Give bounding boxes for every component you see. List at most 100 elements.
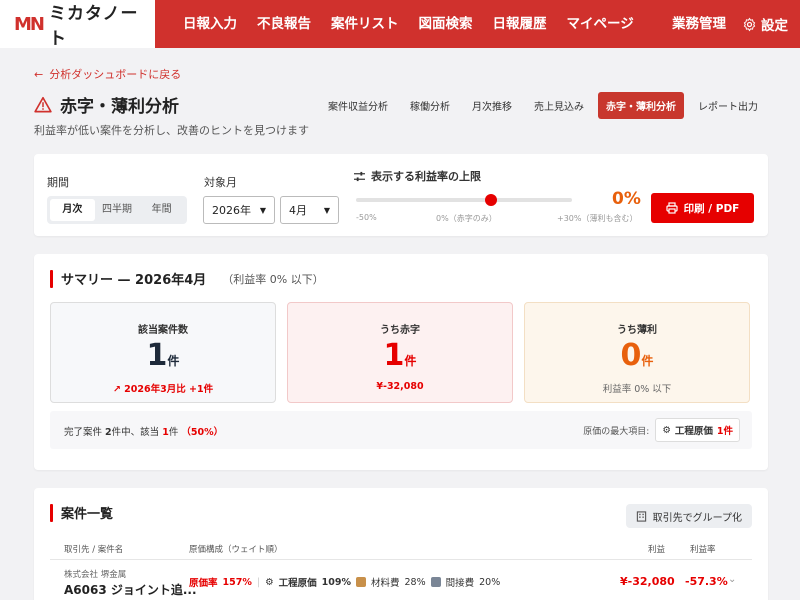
threshold-slider[interactable] (356, 194, 572, 206)
row-client: 株式会社 堺金属 (64, 570, 127, 580)
stat-thin-unit: 件 (641, 354, 654, 368)
page-title: 赤字・薄利分析 (60, 97, 179, 117)
tab-loss-analysis[interactable]: 赤字・薄利分析 (598, 92, 684, 119)
info-mid: 件中、該当 (111, 427, 160, 438)
stat-target-sub-row: ↗ 2026年3月比 +1件 (51, 381, 275, 395)
nav-item-admin[interactable]: 業務管理 (672, 0, 726, 48)
stat-target-sub: 2026年3月比 +1件 (124, 384, 214, 395)
printer-icon (666, 202, 678, 214)
list-header: 案件一覧 (50, 503, 113, 522)
info-unit: 件 (168, 427, 179, 438)
chevron-down-icon[interactable]: ⌄ (728, 574, 736, 585)
nav-item-report-history[interactable]: 日報履歴 (483, 0, 557, 48)
row-project-name: A6063 ジョイント追... (64, 583, 197, 597)
print-pdf-button[interactable]: 印刷 / PDF (651, 193, 754, 223)
logo[interactable]: MN ミカタノート (0, 0, 155, 49)
gear-icon (743, 17, 756, 31)
tab-utilization[interactable]: 稼働分析 (402, 92, 458, 119)
month-select-value: 4月 (289, 204, 307, 217)
logo-text: ミカタノート (48, 4, 139, 49)
nav-item-drawing-search[interactable]: 図面検索 (409, 0, 483, 48)
stat-box-target: 該当案件数 1件 ↗ 2026年3月比 +1件 (50, 302, 276, 403)
trend-up-icon: ↗ (112, 384, 125, 395)
slider-handle[interactable] (485, 194, 497, 206)
cost-item-pct: 109% (321, 576, 351, 588)
stat-thin-label: うち薄利 (617, 325, 657, 336)
building-icon (430, 577, 441, 587)
cost-rate-label: 原価率 (189, 578, 218, 589)
summary-note: （利益率 0% 以下） (222, 272, 324, 286)
period-quarterly-button[interactable]: 四半期 (95, 199, 140, 221)
summary-info-bar: 完了案件 2件中、該当 1件 （50%） 原価の最大項目: ⚙ 工程原価 1件 (50, 411, 752, 449)
stat-loss-value: 1 (383, 338, 405, 373)
back-link[interactable]: ← 分析ダッシュボードに戻る (34, 66, 181, 82)
stat-thin-value: 0 (620, 338, 642, 373)
stat-loss-unit: 件 (404, 354, 417, 368)
max-cost-info: 原価の最大項目: ⚙ 工程原価 1件 (583, 418, 740, 442)
row-cost-breakdown: 原価率 157% | ⚙ 工程原価 109% 材料費 28% 間接費 20% (189, 575, 500, 590)
summary-card: サマリー — 2026年4月 （利益率 0% 以下） 該当案件数 1件 ↗ 20… (34, 254, 768, 470)
stat-target-value: 1 (146, 338, 168, 373)
chevron-down-icon: ▼ (259, 205, 266, 215)
period-yearly-button[interactable]: 年間 (139, 199, 184, 221)
nav-item-project-list[interactable]: 案件リスト (321, 0, 409, 48)
page-title-row: 赤字・薄利分析 (34, 92, 179, 117)
year-select-value: 2026年 (212, 204, 251, 217)
info-ratio: （50%） (181, 427, 224, 438)
print-pdf-label: 印刷 / PDF (683, 202, 740, 215)
logo-mark: MN (14, 13, 45, 35)
col-client: 取引先 / 案件名 (64, 545, 124, 555)
completion-info: 完了案件 2件中、該当 1件 （50%） (64, 424, 223, 438)
analysis-tabs: 案件収益分析 稼働分析 月次推移 売上見込み 赤字・薄利分析 レポート出力 (320, 92, 766, 119)
list-title: 案件一覧 (61, 507, 114, 522)
col-cost: 原価構成（ウェイト順） (189, 545, 283, 555)
building-icon (636, 510, 646, 522)
nav-item-mypage[interactable]: マイページ (557, 0, 644, 48)
max-cost-chip: ⚙ 工程原価 1件 (655, 418, 740, 442)
year-select[interactable]: 2026年 ▼ (203, 196, 275, 224)
max-cost-count: 1件 (716, 426, 733, 437)
tab-project-revenue[interactable]: 案件収益分析 (320, 92, 396, 119)
nav-item-daily-report[interactable]: 日報入力 (173, 0, 247, 48)
project-list-card: 案件一覧 取引先でグループ化 取引先 / 案件名 原価構成（ウェイト順） 利益 … (34, 488, 768, 600)
cost-item-name: 材料費 (370, 578, 400, 589)
info-done-count: 2 (105, 427, 112, 438)
stat-box-loss: うち赤字 1件 ¥-32,080 (287, 302, 513, 403)
col-profit: 利益 (648, 545, 666, 555)
slider-tick-min: -50% (356, 213, 377, 222)
nav-right: 業務管理 設定 (672, 0, 788, 48)
stat-loss-label: うち赤字 (380, 325, 420, 336)
divider: | (256, 576, 261, 588)
row-profit: ¥-32,080 (620, 575, 675, 588)
stat-target-value-row: 1件 (51, 340, 275, 377)
warning-triangle-icon (34, 96, 52, 113)
tab-sales-forecast[interactable]: 売上見込み (526, 92, 592, 119)
stat-thin-sub: 利益率 0% 以下 (602, 384, 672, 395)
period-monthly-button[interactable]: 月次 (50, 199, 95, 221)
month-label: 対象月 (204, 176, 237, 189)
info-prefix: 完了案件 (64, 427, 103, 438)
summary-header: サマリー — 2026年4月 （利益率 0% 以下） (50, 269, 324, 288)
table-row[interactable]: 株式会社 堺金属 A6063 ジョイント追... 原価率 157% | ⚙ 工程… (50, 564, 752, 600)
threshold-label: 表示する利益率の上限 (371, 170, 481, 183)
filter-card: 期間 月次 四半期 年間 対象月 2026年 ▼ 4月 ▼ 表示する利益率の上限… (34, 154, 768, 236)
settings-button[interactable]: 設定 (742, 14, 788, 34)
cost-item-name: 間接費 (445, 578, 475, 589)
cost-item-pct: 28% (404, 576, 426, 588)
group-by-client-button[interactable]: 取引先でグループ化 (625, 504, 752, 528)
page-subtitle: 利益率が低い案件を分析し、改善のヒントを見つけます (34, 124, 309, 137)
period-segmented-control: 月次 四半期 年間 (47, 196, 187, 224)
month-select[interactable]: 4月 ▼ (280, 196, 339, 224)
tab-report-export[interactable]: レポート出力 (690, 92, 766, 119)
main-nav: 日報入力 不良報告 案件リスト 図面検索 日報履歴 マイページ (173, 0, 644, 48)
sliders-icon (354, 171, 365, 181)
slider-tick-zero: 0%（赤字のみ） (436, 214, 497, 223)
arrow-left-icon: ← (34, 67, 44, 81)
section-accent-bar (50, 269, 53, 288)
top-navbar: MN ミカタノート 日報入力 不良報告 案件リスト 図面検索 日報履歴 マイペー… (0, 0, 800, 49)
info-hit-count: 1 (162, 427, 169, 438)
tab-monthly-trend[interactable]: 月次推移 (464, 92, 520, 119)
nav-item-defect-report[interactable]: 不良報告 (247, 0, 321, 48)
stat-target-label: 該当案件数 (138, 325, 188, 336)
summary-title: サマリー — 2026年4月 (61, 273, 207, 288)
